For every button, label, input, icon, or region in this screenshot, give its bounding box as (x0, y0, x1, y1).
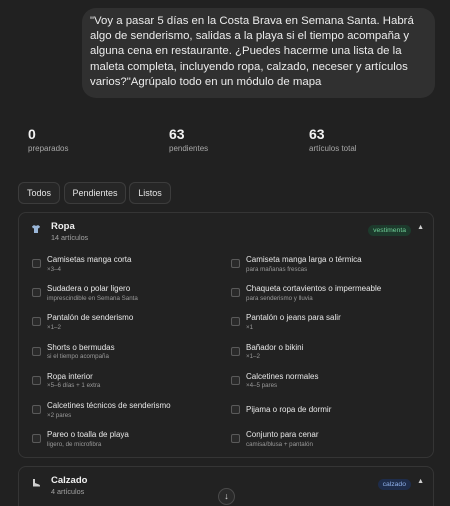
item-name: Pantalón o jeans para salir (246, 313, 341, 323)
arrow-down-icon: ↓ (224, 491, 229, 501)
item-checkbox[interactable] (32, 288, 41, 298)
list-item[interactable]: Conjunto para cenar camisa/blusa + pantal… (231, 430, 421, 450)
item-note: para senderismo y lluvia (246, 294, 313, 302)
list-item[interactable]: Calcetines normales ×4–5 pares (231, 372, 421, 392)
item-checkbox[interactable] (231, 405, 240, 414)
item-note: ×1–2 (47, 323, 61, 331)
item-checkbox[interactable] (32, 317, 41, 327)
item-checkbox[interactable] (32, 405, 41, 414)
shoe-icon (31, 478, 41, 488)
list-item[interactable]: Pijama o ropa de dormir (231, 401, 421, 421)
item-name: Conjunto para cenar (246, 430, 319, 440)
item-checkbox[interactable] (32, 375, 41, 385)
stat-value: 0 (28, 126, 36, 142)
category-title: Ropa (51, 221, 75, 232)
chevron-up-icon[interactable]: ▲ (417, 478, 424, 485)
stat-label: preparados (28, 144, 69, 153)
stat-pending: 63 pendientes (169, 126, 208, 153)
item-name: Shorts o bermudas (47, 342, 115, 352)
item-note: ×1 (246, 323, 254, 331)
item-checkbox[interactable] (32, 346, 41, 356)
category-count: 14 artículos (51, 233, 89, 242)
item-name: Bañador o bikini (246, 342, 304, 352)
filter-done-button[interactable]: Listos (129, 182, 171, 204)
category-header[interactable]: Ropa 14 artículos vestimenta ▲ (19, 213, 433, 243)
item-name: Camisetas manga corta (47, 255, 132, 264)
chevron-up-icon[interactable]: ▲ (417, 224, 424, 231)
item-name: Sudadera o polar ligero (47, 284, 131, 294)
category-tag: calzado (377, 479, 411, 490)
item-checkbox[interactable] (32, 434, 41, 444)
item-note: si el tiempo acompaña (47, 353, 109, 361)
item-note: ×3–4 (47, 265, 61, 273)
list-item[interactable]: Camiseta manga larga o térmica para mañan… (231, 255, 421, 275)
category-tag: vestimenta (368, 225, 411, 236)
item-name: Camiseta manga larga o térmica (246, 255, 362, 264)
stats-row: 0 preparados 63 pendientes 63 artículos … (28, 126, 428, 156)
filter-all-button[interactable]: Todos (18, 182, 60, 204)
item-name: Pantalón de senderismo (47, 313, 134, 323)
user-message-text: "Voy a pasar 5 días en la Costa Brava en… (90, 15, 414, 88)
list-item[interactable]: Ropa interior ×5–6 días + 1 extra (32, 372, 222, 392)
list-item[interactable]: Calcetines técnicos de senderismo ×2 pare… (32, 401, 222, 421)
filter-pending-button[interactable]: Pendientes (64, 182, 126, 204)
list-item[interactable]: Chaqueta cortavientos o impermeable para … (231, 284, 421, 304)
list-item[interactable]: Shorts o bermudas si el tiempo acompaña (32, 343, 222, 363)
item-checkbox[interactable] (231, 375, 240, 385)
stat-prepared: 0 preparados (28, 126, 68, 153)
list-item[interactable]: Pareo o toalla de playa ligero, de microf… (32, 430, 222, 450)
list-item[interactable]: Bañador o bikini ×1–2 (231, 343, 421, 363)
list-item[interactable]: Sudadera o polar ligero imprescindible en… (32, 284, 222, 304)
stat-value: 63 (169, 126, 185, 142)
item-checkbox[interactable] (32, 259, 41, 268)
item-note: ×4–5 pares (246, 382, 278, 390)
stat-value: 63 (309, 126, 325, 142)
item-checkbox[interactable] (231, 317, 240, 327)
category-card-ropa: Ropa 14 artículos vestimenta ▲ Camisetas… (18, 212, 434, 458)
list-item[interactable]: Pantalón o jeans para salir ×1 (231, 313, 421, 333)
item-checkbox[interactable] (231, 288, 240, 298)
user-message-bubble: "Voy a pasar 5 días en la Costa Brava en… (82, 8, 435, 99)
item-checkbox[interactable] (231, 434, 240, 444)
item-name: Calcetines técnicos de senderismo (47, 401, 171, 410)
scroll-down-button[interactable]: ↓ (218, 488, 235, 505)
item-name: Ropa interior (47, 371, 93, 381)
item-note: ×2 pares (47, 411, 72, 419)
item-note: ×1–2 (246, 353, 260, 361)
item-checkbox[interactable] (231, 259, 240, 268)
item-note: imprescindible en Semana Santa (47, 294, 138, 302)
list-item[interactable]: Pantalón de senderismo ×1–2 (32, 313, 222, 333)
shirt-icon (31, 224, 41, 234)
stat-label: pendientes (169, 144, 209, 153)
stat-label: artículos total (309, 144, 357, 153)
item-name: Chaqueta cortavientos o impermeable (246, 284, 382, 294)
category-title: Calzado (51, 475, 88, 486)
item-name: Calcetines normales (246, 371, 319, 381)
item-note: ligero, de microfibra (47, 440, 102, 448)
item-name: Pijama o ropa de dormir (246, 405, 332, 414)
stat-total: 63 artículos total (309, 126, 357, 153)
item-name: Pareo o toalla de playa (47, 430, 129, 440)
item-checkbox[interactable] (231, 346, 240, 356)
category-count: 4 artículos (51, 487, 85, 496)
item-note: para mañanas frescas (246, 265, 308, 273)
item-note: ×5–6 días + 1 extra (47, 382, 101, 390)
item-note: camisa/blusa + pantalón (246, 440, 313, 448)
list-item[interactable]: Camisetas manga corta ×3–4 (32, 255, 222, 275)
